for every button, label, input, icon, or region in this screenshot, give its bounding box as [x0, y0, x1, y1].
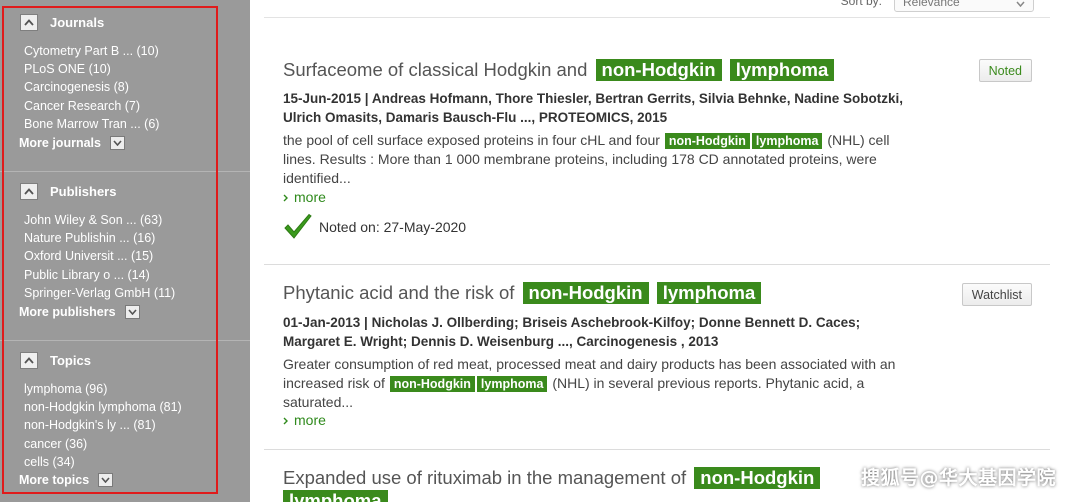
- watermark-text: 搜狐号@华大基因学院: [860, 467, 1056, 489]
- result-title-text: Expanded use of rituximab in the managem…: [283, 467, 687, 488]
- more-topics-label: More topics: [19, 473, 90, 487]
- more-link-label: more: [294, 189, 326, 205]
- result-title[interactable]: Phytanic acid and the risk of non-Hodgki…: [283, 282, 762, 304]
- facet-item[interactable]: cancer (36): [24, 435, 182, 453]
- facet-item[interactable]: Bone Marrow Tran ... (6): [24, 115, 159, 133]
- noted-on-text: Noted on: 27-May-2020: [319, 219, 467, 235]
- chevron-down-icon: [1016, 0, 1025, 10]
- snippet-text: lines. Results : More than 1 000 membran…: [283, 151, 877, 167]
- snippet-text: (NHL) in several previous reports. Phyta…: [552, 375, 865, 391]
- highlight-term: non-Hodgkin: [595, 59, 722, 81]
- result-meta-line: Ulrich Omasits, Damaris Bausch-Flu ..., …: [283, 110, 668, 125]
- collapse-icon[interactable]: [20, 351, 38, 369]
- watchlist-button-label: Watchlist: [971, 287, 1022, 302]
- highlight-term: non-Hodgkin: [389, 376, 475, 392]
- more-link[interactable]: more: [283, 189, 326, 205]
- noted-button-label: Noted: [988, 63, 1022, 78]
- facet-item[interactable]: cells (34): [24, 453, 182, 471]
- noted-button[interactable]: Noted: [978, 59, 1032, 82]
- sort-value: Relevance: [903, 0, 960, 9]
- more-topics-link[interactable]: More topics: [19, 473, 114, 487]
- facet-title: Publishers: [50, 183, 117, 199]
- more-journals-label: More journals: [19, 136, 101, 150]
- facet-item[interactable]: lymphoma (96): [24, 380, 182, 398]
- facet-item[interactable]: Nature Publishin ... (16): [24, 229, 175, 247]
- sort-bar: Sort by: Relevance: [264, 0, 1050, 18]
- facet-item[interactable]: Public Library o ... (14): [24, 266, 175, 284]
- facet-item[interactable]: Oxford Universit ... (15): [24, 247, 175, 265]
- result-divider: [264, 449, 1050, 450]
- facet-item[interactable]: Cytometry Part B ... (10): [24, 42, 159, 60]
- result-meta-line: 01-Jan-2013 | Nicholas J. Ollberding; Br…: [283, 315, 861, 330]
- result-divider: [264, 264, 1050, 265]
- result-meta: 01-Jan-2013 | Nicholas J. Ollberding; Br…: [283, 313, 943, 351]
- facet-publishers-header[interactable]: Publishers: [20, 182, 116, 200]
- facet-sidebar: Journals Cytometry Part B ... (10) PLoS …: [0, 0, 250, 502]
- facet-title: Topics: [50, 352, 91, 368]
- facet-item[interactable]: Carcinogenesis (8): [24, 78, 159, 96]
- highlight-term: non-Hodgkin: [664, 133, 750, 149]
- results-panel: Sort by: Relevance Surfaceome of classic…: [250, 0, 1080, 502]
- facet-title: Journals: [50, 14, 105, 30]
- chevron-right-icon: [283, 412, 288, 428]
- noted-status: Noted on: 27-May-2020: [283, 213, 466, 241]
- result-meta-line: Margaret E. Wright; Dennis D. Weisenburg…: [283, 334, 719, 349]
- collapse-icon[interactable]: [20, 13, 38, 31]
- chevron-right-icon: [283, 189, 288, 205]
- facet-item[interactable]: Springer-Verlag GmbH (11): [24, 284, 175, 302]
- result-meta-line: 15-Jun-2015 | Andreas Hofmann, Thore Thi…: [283, 91, 903, 106]
- snippet-text: Greater consumption of red meat, process…: [283, 356, 896, 372]
- facet-item[interactable]: non-Hodgkin lymphoma (81): [24, 398, 182, 416]
- more-journals-link[interactable]: More journals: [19, 136, 125, 150]
- facet-topics-header[interactable]: Topics: [20, 351, 91, 369]
- facet-item[interactable]: John Wiley & Son ... (63): [24, 211, 175, 229]
- facet-divider: [0, 171, 250, 172]
- result-title-text: Phytanic acid and the risk of: [283, 282, 515, 303]
- facet-item[interactable]: non-Hodgkin's ly ... (81): [24, 416, 182, 434]
- collapse-icon[interactable]: [20, 182, 38, 200]
- highlight-term: non-Hodgkin: [694, 467, 821, 489]
- highlight-term: lymphoma: [476, 376, 548, 392]
- sort-select[interactable]: Relevance: [894, 0, 1034, 12]
- facet-journals-header[interactable]: Journals: [20, 13, 104, 31]
- more-publishers-link[interactable]: More publishers: [19, 305, 140, 319]
- expand-icon[interactable]: [124, 305, 140, 319]
- snippet-text: increased risk of: [283, 375, 385, 391]
- highlight-term: lymphoma: [656, 282, 762, 304]
- expand-icon[interactable]: [109, 136, 125, 150]
- highlight-term: lymphoma: [283, 490, 388, 502]
- snippet-text: saturated...: [283, 394, 354, 410]
- facet-list: John Wiley & Son ... (63) Nature Publish…: [24, 211, 175, 302]
- snippet-text: the pool of cell surface exposed protein…: [283, 132, 660, 148]
- highlight-term: non-Hodgkin: [522, 282, 649, 304]
- facet-divider: [0, 340, 250, 341]
- expand-icon[interactable]: [98, 473, 114, 487]
- more-publishers-label: More publishers: [19, 305, 116, 319]
- more-link-label: more: [294, 412, 326, 428]
- highlight-term: lymphoma: [751, 133, 823, 149]
- result-title-text: Surfaceome of classical Hodgkin and: [283, 59, 588, 80]
- result-meta: 15-Jun-2015 | Andreas Hofmann, Thore Thi…: [283, 89, 943, 127]
- snippet-text: identified...: [283, 170, 351, 186]
- result-title[interactable]: Surfaceome of classical Hodgkin and non-…: [283, 59, 835, 81]
- facet-item[interactable]: Cancer Research (7): [24, 97, 159, 115]
- result-title[interactable]: Expanded use of rituximab in the managem…: [283, 466, 883, 502]
- snippet-text: (NHL) cell: [827, 132, 890, 148]
- result-snippet: the pool of cell surface exposed protein…: [283, 131, 923, 188]
- more-link[interactable]: more: [283, 412, 326, 428]
- facet-list: Cytometry Part B ... (10) PLoS ONE (10) …: [24, 42, 159, 133]
- highlight-term: lymphoma: [729, 59, 835, 81]
- facet-list: lymphoma (96) non-Hodgkin lymphoma (81) …: [24, 380, 182, 471]
- checkmark-icon: [284, 213, 312, 239]
- result-snippet: Greater consumption of red meat, process…: [283, 355, 923, 412]
- facet-item[interactable]: PLoS ONE (10): [24, 60, 159, 78]
- sort-label: Sort by:: [840, 0, 882, 8]
- watchlist-button[interactable]: Watchlist: [961, 283, 1032, 306]
